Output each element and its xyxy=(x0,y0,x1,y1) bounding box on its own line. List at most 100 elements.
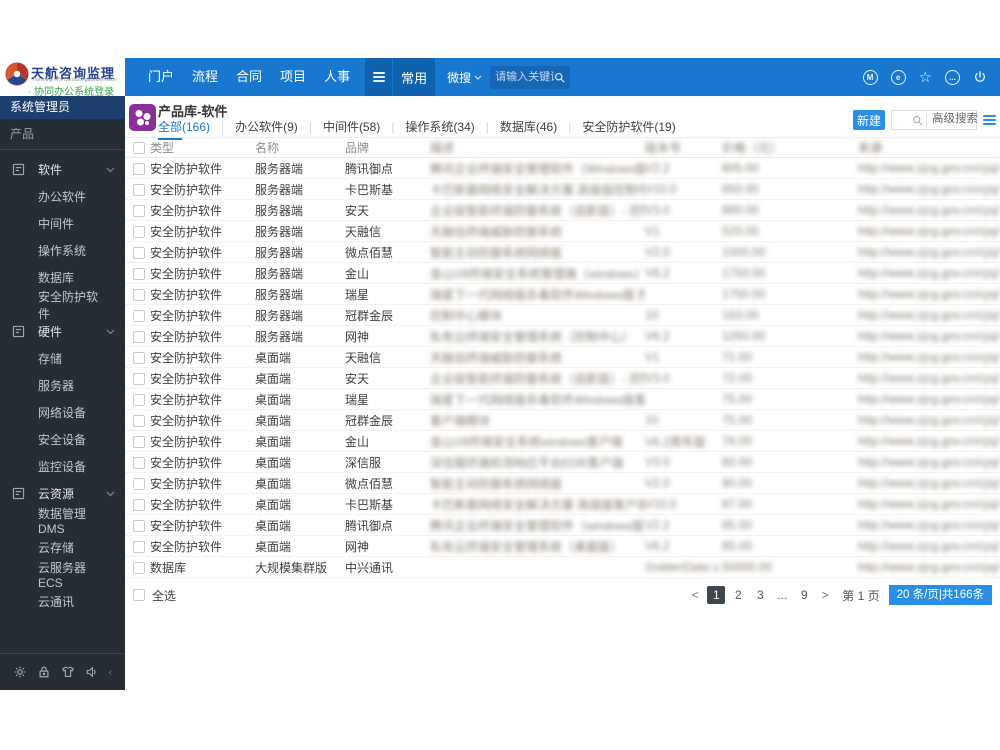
table-row[interactable]: 安全防护软件 桌面端 瑞星 瑞星下一代网络版杀毒软件Windows版客户端 75… xyxy=(125,389,1000,410)
tab-common[interactable]: 常用 xyxy=(393,58,436,96)
row-checkbox[interactable] xyxy=(133,393,145,406)
row-checkbox[interactable] xyxy=(133,267,145,280)
table-row[interactable]: 安全防护软件 桌面端 冠群金辰 客户端模块 10 75.00 http://ww… xyxy=(125,410,1000,431)
table-row[interactable]: 安全防护软件 桌面端 网神 私有云终端安全管理系统（桌面版） V6.2 85.0… xyxy=(125,536,1000,557)
lock-icon[interactable] xyxy=(37,665,51,679)
top-nav-item[interactable]: 项目 xyxy=(271,58,315,96)
sidebar-item[interactable]: 办公软件 xyxy=(0,183,125,210)
theme-shirt-icon[interactable] xyxy=(61,665,75,679)
row-checkbox[interactable] xyxy=(133,330,145,343)
row-checkbox[interactable] xyxy=(133,183,145,196)
sidebar-item[interactable]: 软件 xyxy=(0,156,125,183)
page-jump-label[interactable]: 第 1 页 xyxy=(842,587,879,604)
page-size-info[interactable]: 20 条/页|共166条 xyxy=(888,585,992,605)
search-input[interactable] xyxy=(495,71,555,83)
row-checkbox[interactable] xyxy=(133,414,145,427)
new-button[interactable]: 新建 xyxy=(853,110,885,130)
category-tab[interactable]: 数据库(46) xyxy=(475,118,557,138)
table-row[interactable]: 安全防护软件 服务器端 网神 私有云终端安全管理系统（控制中心） V6.2 12… xyxy=(125,326,1000,347)
category-tab[interactable]: 中间件(58) xyxy=(298,118,380,138)
sidebar-item[interactable]: 云通讯 xyxy=(0,588,125,615)
row-checkbox[interactable] xyxy=(133,519,145,532)
table-row[interactable]: 安全防护软件 服务器端 卡巴斯基 卡巴斯基网络安全解决方案 高级版控制中心 更新… xyxy=(125,179,1000,200)
more-icon[interactable]: ... xyxy=(945,69,960,85)
prev-page-button[interactable]: < xyxy=(687,586,703,604)
category-tab[interactable]: 安全防护软件(19) xyxy=(557,118,675,138)
category-tab[interactable]: 操作系统(34) xyxy=(380,118,474,138)
table-row[interactable]: 安全防护软件 桌面端 金山 金山V8终端安全系统windows客户端 V6.2周… xyxy=(125,431,1000,452)
message-icon[interactable]: e xyxy=(890,69,906,85)
m-badge-icon[interactable]: M xyxy=(862,69,878,85)
top-nav-item[interactable]: 人事 xyxy=(315,58,359,96)
category-tab[interactable]: 全部(166) xyxy=(158,118,210,140)
table-row[interactable]: 安全防护软件 桌面端 安天 企业级智能终端防御系统（追影版）- 控制中心管理 V… xyxy=(125,368,1000,389)
page-number[interactable]: 1 xyxy=(707,586,726,604)
cell-brand: 瑞星 xyxy=(345,392,370,407)
sidebar-item[interactable]: 数据管理DMS xyxy=(0,507,125,536)
row-checkbox[interactable] xyxy=(133,204,145,217)
sidebar-item[interactable]: 硬件 xyxy=(0,318,125,345)
row-checkbox[interactable] xyxy=(133,246,145,259)
sidebar-item[interactable]: 云资源 xyxy=(0,480,125,507)
page-number[interactable]: ... xyxy=(773,586,791,604)
select-all-checkbox[interactable] xyxy=(133,589,145,601)
sidebar-item[interactable]: 存储 xyxy=(0,345,125,372)
category-tab[interactable]: 办公软件(9) xyxy=(210,118,298,138)
cell-description: 深信服终端检测响应平台EDR客户端 xyxy=(430,455,624,470)
row-checkbox[interactable] xyxy=(133,477,145,490)
sidebar-item[interactable]: 监控设备 xyxy=(0,453,125,480)
favorite-icon[interactable]: ☆ xyxy=(919,70,932,85)
list-view-icon[interactable] xyxy=(983,113,996,127)
sidebar-item[interactable]: 安全设备 xyxy=(0,426,125,453)
filter-input[interactable] xyxy=(892,114,912,126)
table-row[interactable]: 安全防护软件 桌面端 天融信 天融信终端威胁防御系统 V1 71.00 http… xyxy=(125,347,1000,368)
page-number[interactable]: 9 xyxy=(795,586,813,604)
speaker-icon[interactable] xyxy=(85,665,99,679)
header-checkbox[interactable] xyxy=(133,142,145,155)
table-row[interactable]: 安全防护软件 服务器端 瑞星 瑞星下一代网络版杀毒软件Windows版 控制中心… xyxy=(125,284,1000,305)
table-row[interactable]: 安全防护软件 桌面端 卡巴斯基 卡巴斯基网络安全解决方案 高级版客户端许可 更新… xyxy=(125,494,1000,515)
row-checkbox[interactable] xyxy=(133,372,145,385)
row-checkbox[interactable] xyxy=(133,435,145,448)
gear-icon[interactable] xyxy=(13,665,27,679)
page-number[interactable]: 2 xyxy=(729,586,747,604)
sidebar-item[interactable]: 网络设备 xyxy=(0,399,125,426)
search-scope-dropdown[interactable]: 微搜 xyxy=(447,69,482,86)
advanced-search-button[interactable]: 高级搜索 xyxy=(926,110,983,130)
sidebar-item[interactable]: 操作系统 xyxy=(0,237,125,264)
sidebar-item[interactable]: 安全防护软件 xyxy=(0,290,125,321)
table-row[interactable]: 安全防护软件 服务器端 冠群金辰 控制中心模块 10 163.00 http:/… xyxy=(125,305,1000,326)
top-nav-item[interactable]: 门户 xyxy=(139,58,183,96)
collapse-arrow-icon[interactable]: ‹ xyxy=(109,667,112,678)
row-checkbox[interactable] xyxy=(133,288,145,301)
sidebar-item[interactable]: 中间件 xyxy=(0,210,125,237)
power-icon[interactable] xyxy=(973,70,987,84)
top-nav-item[interactable]: 流程 xyxy=(183,58,227,96)
col-description: 描述 xyxy=(430,141,455,155)
cell-description: 金山V8终端安全系统管理端（windows）控制中心 xyxy=(430,266,645,281)
table-row[interactable]: 安全防护软件 服务器端 安天 企业级智能终端防御系统（追影版）- 控制中心管理 … xyxy=(125,200,1000,221)
table-row[interactable]: 数据库 大规模集群版 中兴通讯 GoldenData v... 50000.00… xyxy=(125,557,1000,578)
table-row[interactable]: 安全防护软件 服务器端 腾讯御点 腾讯企业终端安全管理软件（Windows版） … xyxy=(125,158,1000,179)
row-checkbox[interactable] xyxy=(133,225,145,238)
row-checkbox[interactable] xyxy=(133,456,145,469)
table-row[interactable]: 安全防护软件 服务器端 天融信 天融信终端威胁防御系统 V1 520.00 ht… xyxy=(125,221,1000,242)
sidebar-item[interactable]: 云服务器ECS xyxy=(0,561,125,590)
table-row[interactable]: 安全防护软件 服务器端 微点佰慧 智能主动防御系统网络版 V2.0 1000.0… xyxy=(125,242,1000,263)
next-page-button[interactable]: > xyxy=(817,586,833,604)
table-row[interactable]: 安全防护软件 桌面端 微点佰慧 智能主动防御系统网络版 V2.0 80.00 h… xyxy=(125,473,1000,494)
row-checkbox[interactable] xyxy=(133,498,145,511)
page-number[interactable]: 3 xyxy=(751,586,769,604)
top-nav-item[interactable]: 合同 xyxy=(227,58,271,96)
menu-toggle-button[interactable] xyxy=(365,58,393,96)
table-row[interactable]: 安全防护软件 桌面端 腾讯御点 腾讯企业终端安全管理软件（windows版）V2… xyxy=(125,515,1000,536)
row-checkbox[interactable] xyxy=(133,309,145,322)
row-checkbox[interactable] xyxy=(133,351,145,364)
table-row[interactable]: 安全防护软件 服务器端 金山 金山V8终端安全系统管理端（windows）控制中… xyxy=(125,263,1000,284)
sidebar-item[interactable]: 服务器 xyxy=(0,372,125,399)
row-checkbox[interactable] xyxy=(133,561,145,574)
table-row[interactable]: 安全防护软件 桌面端 深信服 深信服终端检测响应平台EDR客户端 V3.0 80… xyxy=(125,452,1000,473)
row-checkbox[interactable] xyxy=(133,540,145,553)
row-checkbox[interactable] xyxy=(133,162,145,175)
sidebar-item[interactable]: 云存储 xyxy=(0,534,125,561)
